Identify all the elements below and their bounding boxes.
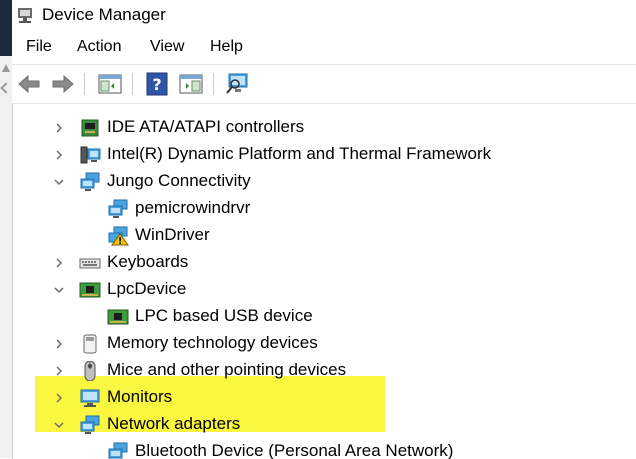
tree-item-label: Memory technology devices: [107, 333, 318, 352]
tree-item-monitors[interactable]: Monitors: [13, 384, 623, 411]
tree-item-pemicrowindrvr[interactable]: pemicrowindrvr: [13, 195, 623, 222]
tree-item-label: pemicrowindrvr: [135, 198, 251, 217]
warning-triangle-icon: [2, 64, 10, 72]
background-window-dark-area: [0, 0, 12, 56]
device-manager-window: Device Manager File Action View Help ? I…: [12, 0, 636, 459]
network-monitor-warning-icon: [108, 226, 129, 246]
monitor-icon: [80, 389, 100, 407]
keyboard-icon: [79, 258, 101, 269]
tree-item-label: Monitors: [107, 387, 173, 406]
network-monitor-icon: [80, 172, 100, 191]
chevron-down-icon[interactable]: [53, 176, 65, 188]
forward-button[interactable]: [50, 71, 76, 97]
menu-help[interactable]: Help: [210, 38, 243, 56]
tree-item-label: LPC based USB device: [135, 306, 313, 325]
tree-item-label: Intel(R) Dynamic Platform and Thermal Fr…: [107, 144, 492, 163]
tree-item-lpc-based-usb-device[interactable]: LPC based USB device: [13, 303, 623, 330]
network-monitor-icon: [80, 415, 100, 434]
show-hide-console-tree-button[interactable]: [97, 71, 123, 97]
show-hide-console-tree-icon: [98, 74, 122, 94]
tree-item-keyboards[interactable]: Keyboards: [13, 249, 623, 276]
circuit-board-icon: [107, 309, 129, 325]
tree-item-label: WinDriver: [135, 225, 210, 244]
tree-item-memory-technology-devices[interactable]: Memory technology devices: [13, 330, 623, 357]
network-monitor-icon: [108, 442, 128, 459]
device-tree[interactable]: IDE ATA/ATAPI controllers Intel(R) Dynam…: [12, 103, 636, 459]
svg-text:?: ?: [152, 75, 161, 94]
chevron-right-icon[interactable]: [53, 257, 65, 269]
thermal-framework-icon: [80, 146, 101, 164]
help-button[interactable]: ?: [144, 71, 170, 97]
mouse-icon: [84, 361, 96, 381]
toolbar-separator: [213, 73, 214, 95]
menu-bar: File Action View Help: [12, 34, 636, 62]
toolbar: ?: [12, 64, 636, 104]
device-manager-app-icon: [18, 8, 32, 23]
circuit-board-icon: [79, 282, 101, 298]
background-window-edge: [0, 0, 12, 458]
tree-item-label: Mice and other pointing devices: [107, 360, 347, 379]
chevron-right-icon[interactable]: [53, 365, 65, 377]
tree-item-intel-dynamic-platform-thermal-framework[interactable]: Intel(R) Dynamic Platform and Thermal Fr…: [13, 141, 623, 168]
chevron-icon: [0, 82, 12, 94]
tree-item-label: Bluetooth Device (Personal Area Network): [135, 441, 454, 459]
chevron-right-icon[interactable]: [53, 149, 65, 161]
back-arrow-icon: [18, 74, 40, 94]
tree-item-label: Jungo Connectivity: [107, 171, 251, 190]
ide-controller-icon: [81, 119, 99, 137]
chevron-right-icon[interactable]: [53, 392, 65, 404]
title-bar[interactable]: Device Manager: [12, 0, 636, 32]
tree-item-network-adapters[interactable]: Network adapters: [13, 411, 623, 438]
tree-item-label: IDE ATA/ATAPI controllers: [107, 117, 305, 136]
toolbar-separator: [84, 73, 85, 95]
chevron-down-icon[interactable]: [53, 284, 65, 296]
tree-item-windriver[interactable]: WinDriver: [13, 222, 623, 249]
help-icon: ?: [146, 72, 168, 96]
tree-item-label: LpcDevice: [107, 279, 187, 298]
scan-hardware-changes-icon: [226, 73, 248, 94]
back-button[interactable]: [16, 71, 42, 97]
tree-item-bluetooth-device-pan[interactable]: Bluetooth Device (Personal Area Network): [13, 438, 623, 459]
chevron-right-icon[interactable]: [53, 338, 65, 350]
properties-pane-icon: [179, 74, 203, 94]
tree-item-lpcdevice[interactable]: LpcDevice: [13, 276, 623, 303]
menu-file[interactable]: File: [26, 38, 52, 56]
tree-item-label: Keyboards: [107, 252, 189, 271]
tree-item-jungo-connectivity[interactable]: Jungo Connectivity: [13, 168, 623, 195]
forward-arrow-icon: [52, 74, 74, 94]
tree-item-label: Network adapters: [107, 414, 241, 433]
chevron-down-icon[interactable]: [53, 419, 65, 431]
window-title: Device Manager: [42, 5, 166, 24]
menu-action[interactable]: Action: [77, 38, 121, 56]
tree-item-ide-ata-atapi-controllers[interactable]: IDE ATA/ATAPI controllers: [13, 114, 623, 141]
memory-device-icon: [83, 334, 97, 354]
menu-view[interactable]: View: [150, 38, 184, 56]
network-monitor-icon: [108, 199, 128, 218]
tree-item-mice-pointing-devices[interactable]: Mice and other pointing devices: [13, 357, 623, 384]
chevron-right-icon[interactable]: [53, 122, 65, 134]
scan-hardware-changes-button[interactable]: [225, 71, 251, 97]
properties-pane-button[interactable]: [178, 71, 204, 97]
toolbar-separator: [132, 73, 133, 95]
